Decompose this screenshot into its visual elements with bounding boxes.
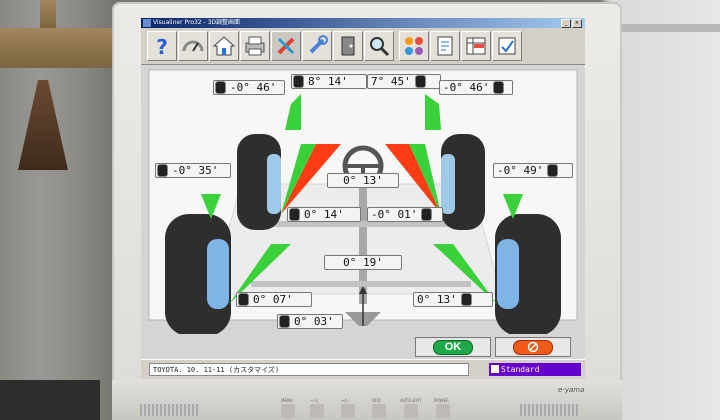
tire-icon [290,209,299,220]
rear-left-toe-value: 0° 07' [253,293,293,306]
monitor-power-button[interactable] [436,404,450,418]
rear-total-box: 0° 19' [324,255,402,270]
title-bar: Visualiner Pro32 - 3D調整画面 _ × [141,18,585,28]
rear-total-value: 0° 19' [343,256,383,269]
tire-icon [158,165,167,176]
screen: Visualiner Pro32 - 3D調整画面 _ × ? -0° 46' … [141,18,585,379]
status-bar: TOYOTA. 10. 11-11 (カスタマイズ) Standard Alig… [141,359,585,379]
front-total-right-value: -0° 01' [371,208,418,221]
rear-right-tire [495,214,561,334]
grid-icon [491,365,499,373]
wheel-pattern-icon[interactable] [399,31,429,61]
equipment-foreground [0,380,100,420]
wood-post [40,0,56,28]
front-left-caster-value: -0° 35' [172,164,219,177]
monitor-button-label: POWER [434,398,449,403]
ok-button[interactable]: OK [415,337,491,357]
front-left-tire [237,134,281,230]
monitor-minus-button[interactable] [310,404,324,418]
ok-label: OK [433,339,473,355]
wood-beam [0,28,112,68]
svg-text:?: ? [156,35,168,58]
mode-text: Standard Alignment [501,365,544,379]
monitor-button-label: AUTO·EXIT [400,398,422,403]
rear-left-tire [165,214,231,334]
thrust-angle-value: 0° 03' [294,315,334,328]
tire-icon [461,294,471,305]
tire-icon [280,316,289,327]
front-total-right-box: -0° 01' [367,207,443,222]
wrench-tools-icon[interactable] [271,31,301,61]
tire-icon [239,294,248,305]
monitor-auto-exit-button[interactable] [404,404,418,418]
front-right-caster-box: -0° 49' [493,163,573,178]
monitor-ofq-button[interactable] [372,404,386,418]
rear-right-toe-box: 0° 13' [413,292,493,307]
adjust-wrench-icon[interactable] [302,31,332,61]
alignment-diagram [148,69,578,334]
tire-icon [494,82,504,93]
speaker-grille-right [520,404,580,416]
monitor-menu-button[interactable] [281,404,295,418]
alignment-check-icon[interactable] [492,31,522,61]
tire-icon [415,76,425,87]
help-icon[interactable]: ? [147,31,177,61]
tire-icon [294,76,303,87]
steering-box: 0° 13' [327,173,399,188]
front-total-left-value: 0° 14' [304,208,344,221]
toolbar: ? [141,28,585,65]
steering-value: 0° 13' [343,174,383,187]
front-right-toe-box: 7° 45' [367,74,441,89]
monitor-brand: e-yama [558,386,585,394]
front-left-caster-box: -0° 35' [155,163,231,178]
rear-right-toe-value: 0° 13' [417,293,457,306]
speaker-grille-left [140,404,200,416]
gauge-icon[interactable] [178,31,208,61]
front-right-caster-value: -0° 49' [497,164,544,177]
wall-rail [620,24,720,32]
front-right-tire [441,134,485,230]
table-report-icon[interactable] [461,31,491,61]
cancel-icon [513,339,553,355]
front-right-camber-value: -0° 46' [443,81,490,94]
monitor-button-label: OFQ [372,398,381,403]
tire-icon [422,209,432,220]
app-icon [143,19,151,27]
front-left-toe-box: 8° 14' [291,74,367,89]
document-edit-icon[interactable] [430,31,460,61]
close-button[interactable]: × [572,19,582,28]
monitor-button-label: +/▷ [341,398,349,403]
window-title: Visualiner Pro32 - 3D調整画面 [153,19,241,26]
door-exit-icon[interactable] [333,31,363,61]
monitor-plus-button[interactable] [341,404,355,418]
zoom-icon[interactable] [364,31,394,61]
minimize-button[interactable]: _ [561,19,571,28]
tire-icon [216,82,225,93]
vehicle-spec-text: TOYOTA. 10. 11-11 (カスタマイズ) [149,363,469,376]
home-icon[interactable] [209,31,239,61]
thrust-angle-box: 0° 03' [277,314,343,329]
front-left-toe-value: 8° 14' [308,75,348,88]
print-icon[interactable] [240,31,270,61]
cancel-button[interactable] [495,337,571,357]
front-left-camber-box: -0° 46' [213,80,285,95]
monitor-button-label: MENU [281,398,293,403]
monitor-button-label: −/◁ [310,398,318,403]
tire-icon [548,165,558,176]
front-total-left-box: 0° 14' [287,207,361,222]
front-right-camber-box: -0° 46' [439,80,513,95]
front-left-camber-value: -0° 46' [230,81,277,94]
rear-left-toe-box: 0° 07' [236,292,312,307]
front-right-toe-value: 7° 45' [371,75,411,88]
mode-label: Standard Alignment [489,363,581,379]
